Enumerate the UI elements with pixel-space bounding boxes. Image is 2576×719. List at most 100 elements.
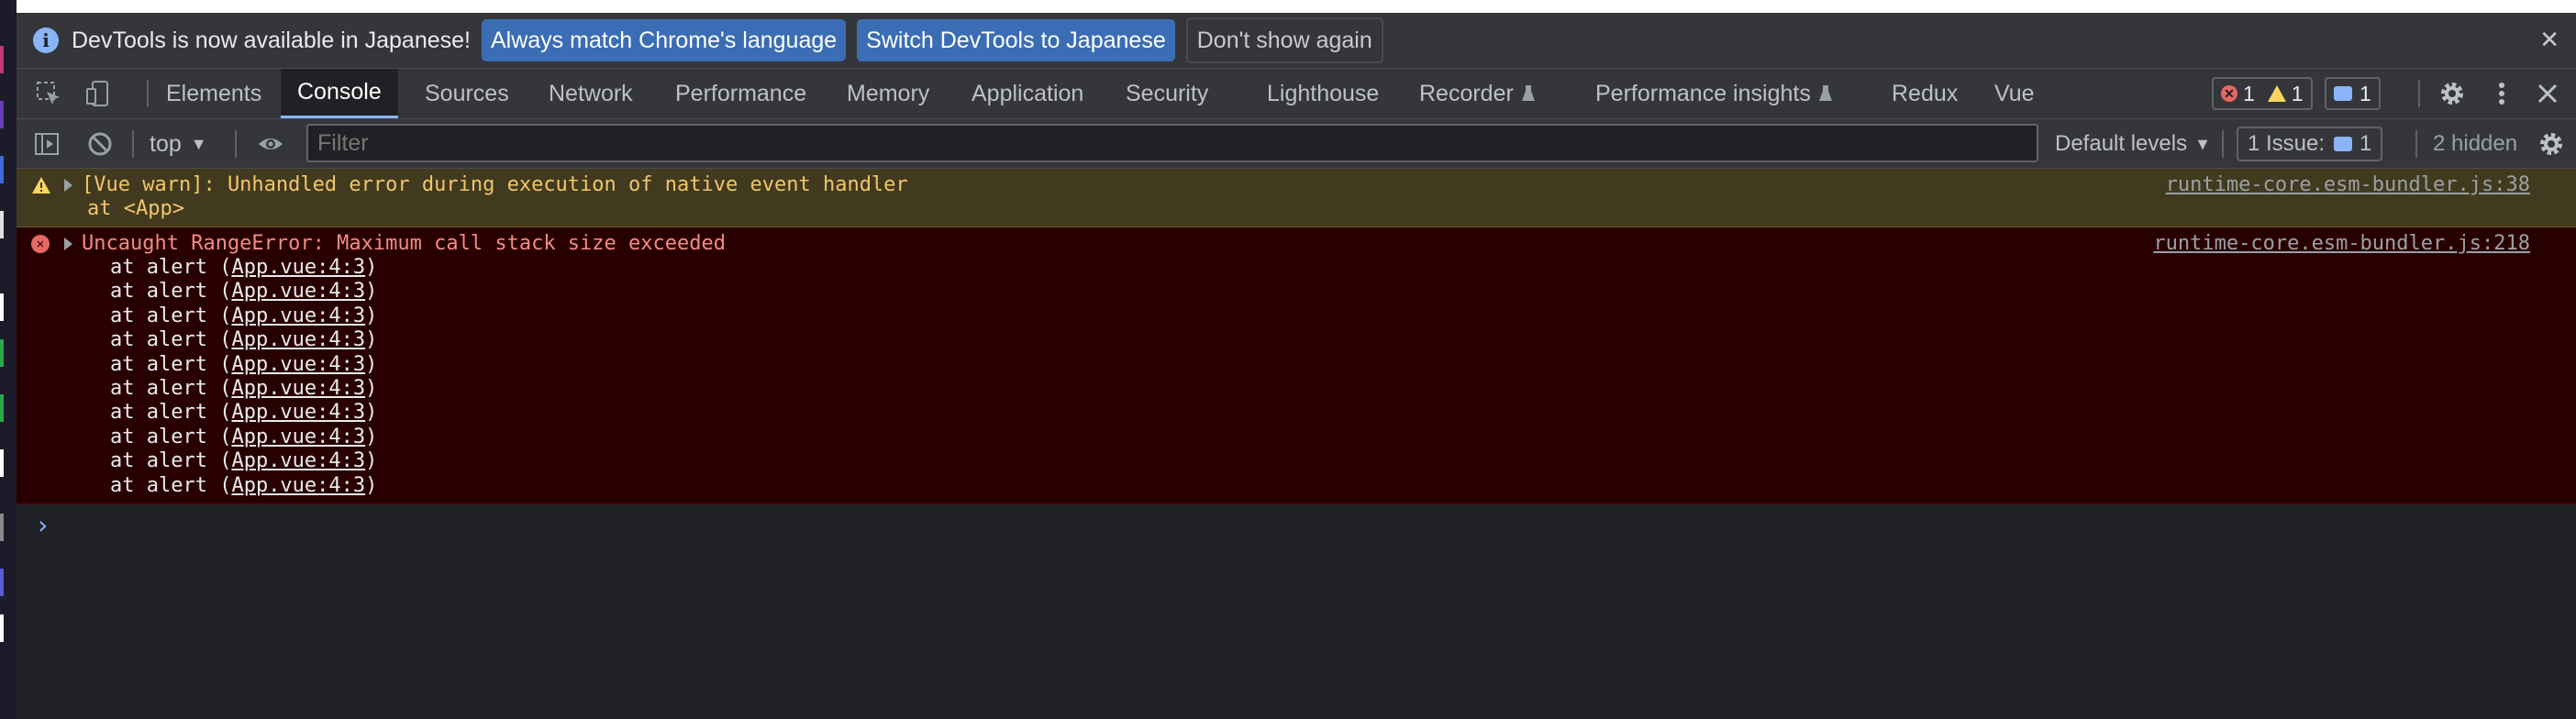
console-toolbar: top ▼ Default levels ▼ 1 Issue: 1 2 hidd… [17, 119, 2576, 169]
stack-frame: at alert (App.vue:4:3) [110, 304, 377, 327]
tab-security[interactable]: Security [1126, 69, 1208, 118]
warning-text: [Vue warn]: Unhandled error during execu… [82, 173, 908, 196]
context-label: top [150, 130, 182, 157]
experimental-flask-icon [1818, 85, 1832, 101]
stack-frame: at alert (App.vue:4:3) [110, 280, 377, 303]
tab-recorder[interactable]: Recorder [1419, 69, 1536, 118]
toolbar-separator [2222, 130, 2224, 158]
stack-frame-suffix: ) [365, 328, 378, 352]
tab-sources[interactable]: Sources [425, 69, 509, 118]
tab-lighthouse[interactable]: Lighthouse [1267, 69, 1379, 118]
switch-japanese-button[interactable]: Switch DevTools to Japanese [857, 19, 1175, 61]
live-expression-eye-icon[interactable] [257, 130, 284, 158]
stack-frame: at alert (App.vue:4:3) [110, 377, 377, 400]
stack-frame-suffix: ) [365, 304, 378, 327]
issues-counter[interactable]: 1 [2325, 77, 2381, 110]
stack-frame-prefix: at alert ( [110, 425, 232, 448]
stack-frame-link[interactable]: App.vue:4:3 [231, 474, 365, 497]
error-icon: ✕ [31, 235, 50, 253]
stack-frame-prefix: at alert ( [110, 449, 232, 473]
more-options-icon[interactable] [2488, 80, 2515, 107]
stack-frame-link[interactable]: App.vue:4:3 [231, 328, 365, 351]
stack-frame-link[interactable]: App.vue:4:3 [231, 353, 365, 376]
devtools-tabbar: Elements Console Sources Network Perform… [17, 68, 2576, 119]
settings-gear-icon[interactable] [2438, 80, 2466, 107]
stack-frame: at alert (App.vue:4:3) [110, 353, 377, 376]
stack-frame-suffix: ) [365, 425, 378, 448]
message-icon [2334, 86, 2352, 101]
error-count: 1 [2243, 81, 2255, 105]
stack-frame-link[interactable]: App.vue:4:3 [231, 426, 365, 448]
show-sidebar-icon[interactable] [33, 130, 61, 158]
log-levels-dropdown[interactable]: Default levels ▼ [2055, 127, 2211, 161]
tab-recorder-label: Recorder [1419, 80, 1514, 106]
warning-icon [32, 177, 50, 194]
tab-vue[interactable]: Vue [1994, 69, 2035, 118]
tabbar-separator [147, 80, 149, 107]
expand-arrow-icon[interactable] [64, 179, 72, 192]
console-warning-message: [Vue warn]: Unhandled error during execu… [17, 169, 2576, 227]
stack-frame-suffix: ) [365, 473, 378, 497]
console-filter-input[interactable] [306, 124, 2038, 162]
context-selector[interactable]: top ▼ [150, 119, 207, 169]
stack-frame-prefix: at alert ( [110, 304, 232, 327]
clear-console-icon[interactable] [86, 130, 114, 158]
stack-frame-link[interactable]: App.vue:4:3 [231, 280, 365, 303]
tab-performance-insights[interactable]: Performance insights [1595, 69, 1833, 118]
tab-performance-insights-label: Performance insights [1595, 80, 1811, 106]
error-warning-counter[interactable]: ✕ 1 1 [2212, 77, 2313, 110]
inspect-element-icon[interactable] [35, 80, 62, 107]
stack-frame-link[interactable]: App.vue:4:3 [231, 304, 365, 327]
stack-frame-prefix: at alert ( [110, 280, 232, 304]
error-source-link[interactable]: runtime-core.esm-bundler.js:218 [2153, 232, 2530, 255]
stack-frame-prefix: at alert ( [110, 401, 232, 425]
expand-arrow-icon[interactable] [64, 238, 72, 250]
tab-memory[interactable]: Memory [847, 69, 929, 118]
stack-frame-prefix: at alert ( [110, 352, 232, 376]
match-language-button[interactable]: Always match Chrome's language [481, 19, 847, 61]
message-icon [2334, 137, 2353, 151]
tab-application[interactable]: Application [972, 69, 1083, 118]
stack-frame-link[interactable]: App.vue:4:3 [231, 449, 365, 472]
stack-frame-suffix: ) [365, 449, 378, 473]
console-settings-gear-icon[interactable] [2537, 130, 2565, 158]
tab-network[interactable]: Network [549, 69, 633, 118]
stack-frame-prefix: at alert ( [110, 328, 232, 352]
stack-frame: at alert (App.vue:4:3) [110, 401, 377, 424]
close-devtools-icon[interactable] [2534, 80, 2561, 107]
console-prompt[interactable]: › [35, 510, 50, 540]
desktop-edge [0, 0, 17, 719]
warning-source-link[interactable]: runtime-core.esm-bundler.js:38 [2166, 173, 2530, 196]
stack-frame-link[interactable]: App.vue:4:3 [231, 377, 365, 400]
toolbar-separator [2415, 130, 2417, 158]
stack-frame: at alert (App.vue:4:3) [110, 328, 377, 351]
tab-redux[interactable]: Redux [1892, 69, 1958, 118]
device-toolbar-icon[interactable] [84, 80, 112, 107]
toolbar-separator [235, 130, 237, 158]
log-levels-label: Default levels [2055, 131, 2188, 156]
warning-component-trace: at <App> [87, 197, 184, 220]
window-top-strip [17, 0, 2576, 13]
issues-button[interactable]: 1 Issue: 1 [2237, 127, 2383, 161]
issues-label: 1 Issue: [2248, 131, 2326, 156]
warning-count: 1 [2291, 81, 2304, 105]
issues-count: 1 [2359, 131, 2372, 156]
stack-frame: at alert (App.vue:4:3) [110, 449, 377, 472]
info-icon: i [33, 28, 59, 53]
warning-icon [2267, 85, 2286, 102]
tab-performance[interactable]: Performance [675, 69, 806, 118]
tab-elements[interactable]: Elements [166, 69, 261, 118]
dont-show-again-button[interactable]: Don't show again [1185, 17, 1383, 63]
stack-frame: at alert (App.vue:4:3) [110, 426, 377, 448]
stack-frame-suffix: ) [365, 377, 378, 400]
stack-frame-link[interactable]: App.vue:4:3 [231, 256, 365, 279]
tab-console[interactable]: Console [281, 69, 398, 118]
stack-frame-link[interactable]: App.vue:4:3 [231, 401, 365, 424]
infobar-close-icon[interactable]: ✕ [2539, 26, 2559, 54]
stack-frame-suffix: ) [365, 352, 378, 376]
toolbar-separator [132, 130, 134, 158]
stack-frame-prefix: at alert ( [110, 473, 232, 497]
infobar-message: DevTools is now available in Japanese! [72, 27, 471, 53]
tabbar-separator [2418, 80, 2420, 107]
stack-frame-suffix: ) [365, 401, 378, 425]
